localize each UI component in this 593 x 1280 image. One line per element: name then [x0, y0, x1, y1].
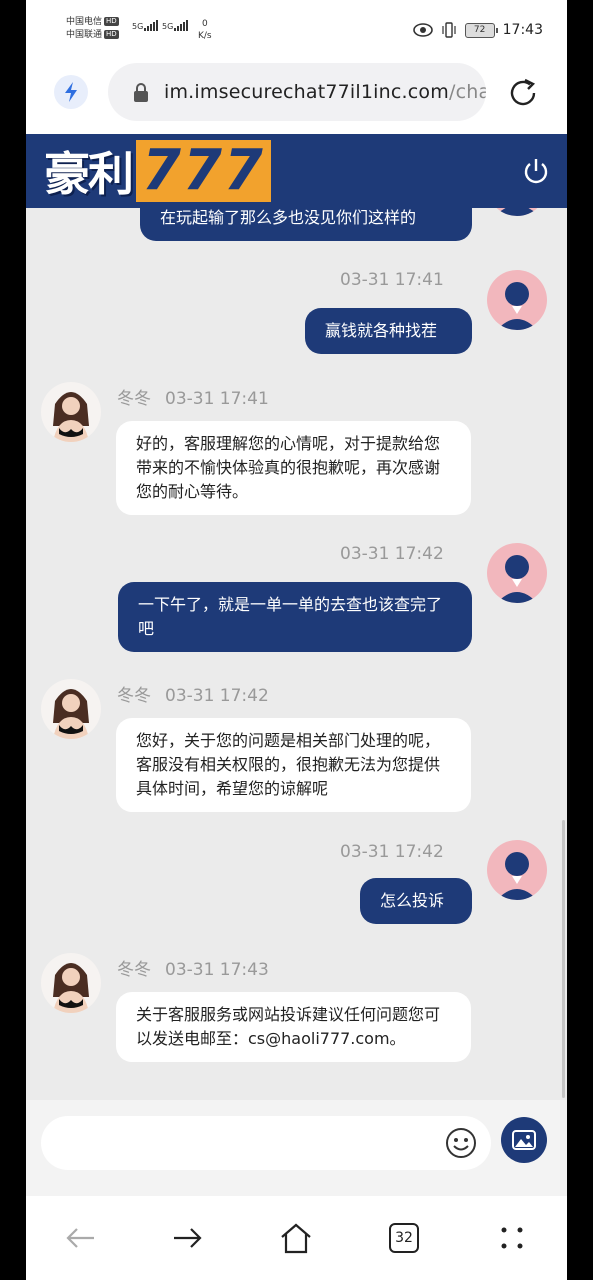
browser-nav-bar: 32	[26, 1196, 567, 1280]
speed-unit: K/s	[198, 31, 212, 41]
logo-text: 豪利	[44, 147, 134, 201]
message-bubble-outgoing: 怎么投诉	[360, 878, 472, 924]
message-meta: 冬冬 03-31 17:42	[117, 681, 269, 706]
signal-icon-1: 5G	[132, 20, 159, 31]
back-icon	[66, 1228, 94, 1248]
agent-avatar	[41, 953, 101, 1013]
eye-icon	[412, 23, 433, 37]
carrier-info: 中国电信 HD 中国联通 HD	[66, 16, 119, 42]
reload-icon[interactable]	[506, 76, 540, 110]
message-time: 03-31 17:42	[165, 686, 269, 706]
power-icon[interactable]	[521, 156, 551, 186]
lock-icon	[134, 83, 148, 102]
url-text: im.imsecurechat77il1inc.com/chat	[164, 81, 486, 103]
home-icon	[281, 1223, 311, 1254]
message-bubble-incoming: 好的，客服理解您的心情呢，对于提款给您带来的不愉快体验真的很抱歉呢，再次感谢您的…	[116, 421, 471, 515]
message-bubble-outgoing: 一下午了，就是一单一单的去查也该查完了吧	[118, 582, 472, 652]
chat-area[interactable]: 在玩起输了那么多也没见你们这样的 03-31 17:41 赢钱就各种找茬 冬冬 0…	[26, 208, 567, 1100]
url-host: im.imsecurechat77il1inc.com	[164, 81, 449, 103]
message-bubble-incoming: 关于客服服务或网站投诉建议任何问题您可以发送电邮至：cs@haoli777.co…	[116, 992, 471, 1062]
address-bar[interactable]: im.imsecurechat77il1inc.com/chat	[108, 63, 486, 121]
speed-value: 0	[201, 19, 208, 29]
message-bubble-outgoing: 赢钱就各种找茬	[305, 308, 472, 354]
tabs-button[interactable]: 32	[386, 1220, 422, 1256]
avatar	[487, 543, 547, 603]
carrier-1: 中国电信	[66, 17, 103, 27]
net-type-2: 5G	[162, 22, 174, 31]
avatar	[487, 270, 547, 330]
sender-name: 冬冬	[117, 960, 151, 980]
home-button[interactable]	[278, 1220, 314, 1256]
agent-avatar	[41, 679, 101, 739]
url-path: /chat	[448, 81, 486, 103]
status-bar: 中国电信 HD 中国联通 HD 5G 5G 0 K/s 72 17:43	[26, 0, 567, 56]
message-time: 03-31 17:42	[340, 842, 444, 862]
carrier-2: 中国联通	[66, 30, 103, 40]
menu-icon	[501, 1227, 523, 1249]
message-input[interactable]	[41, 1116, 491, 1170]
message-meta: 冬冬 03-31 17:41	[117, 384, 269, 409]
avatar	[487, 840, 547, 900]
sender-name: 冬冬	[117, 686, 151, 706]
app-header: 豪利 777	[26, 134, 567, 208]
vibrate-icon	[442, 22, 456, 38]
bolt-icon[interactable]	[54, 75, 88, 109]
message-meta: 冬冬 03-31 17:43	[117, 955, 269, 980]
forward-icon	[174, 1228, 202, 1248]
tab-count: 32	[389, 1223, 419, 1253]
brand-logo: 豪利 777	[44, 138, 271, 204]
emoji-icon[interactable]	[445, 1127, 477, 1159]
phone-screen: 中国电信 HD 中国联通 HD 5G 5G 0 K/s 72 17:43 im.im	[26, 0, 567, 1280]
send-image-button[interactable]	[501, 1117, 547, 1163]
clock: 17:43	[502, 22, 543, 38]
net-type-1: 5G	[132, 22, 144, 31]
battery-indicator: 72	[464, 22, 498, 38]
status-right: 72 17:43	[412, 22, 543, 38]
signal-icon-2: 5G	[162, 20, 189, 31]
image-icon	[512, 1130, 536, 1150]
back-button[interactable]	[62, 1220, 98, 1256]
network-speed: 0 K/s	[198, 18, 212, 42]
message-bubble-incoming: 您好，关于您的问题是相关部门处理的呢，客服没有相关权限的，很抱歉无法为您提供具体…	[116, 718, 471, 812]
agent-avatar	[41, 382, 101, 442]
logo-number: 777	[136, 140, 271, 202]
message-time: 03-31 17:42	[340, 544, 444, 564]
chat-scrollbar[interactable]	[562, 820, 565, 1098]
message-composer	[26, 1100, 567, 1196]
message-time: 03-31 17:41	[340, 270, 444, 290]
hd-badge-2: HD	[104, 30, 119, 39]
browser-toolbar: im.imsecurechat77il1inc.com/chat	[26, 56, 567, 134]
hd-badge-1: HD	[104, 17, 119, 26]
sender-name: 冬冬	[117, 389, 151, 409]
menu-button[interactable]	[494, 1220, 530, 1256]
message-time: 03-31 17:41	[165, 389, 269, 409]
message-bubble-outgoing: 在玩起输了那么多也没见你们这样的	[140, 208, 472, 241]
avatar	[487, 208, 547, 216]
message-time: 03-31 17:43	[165, 960, 269, 980]
forward-button[interactable]	[170, 1220, 206, 1256]
